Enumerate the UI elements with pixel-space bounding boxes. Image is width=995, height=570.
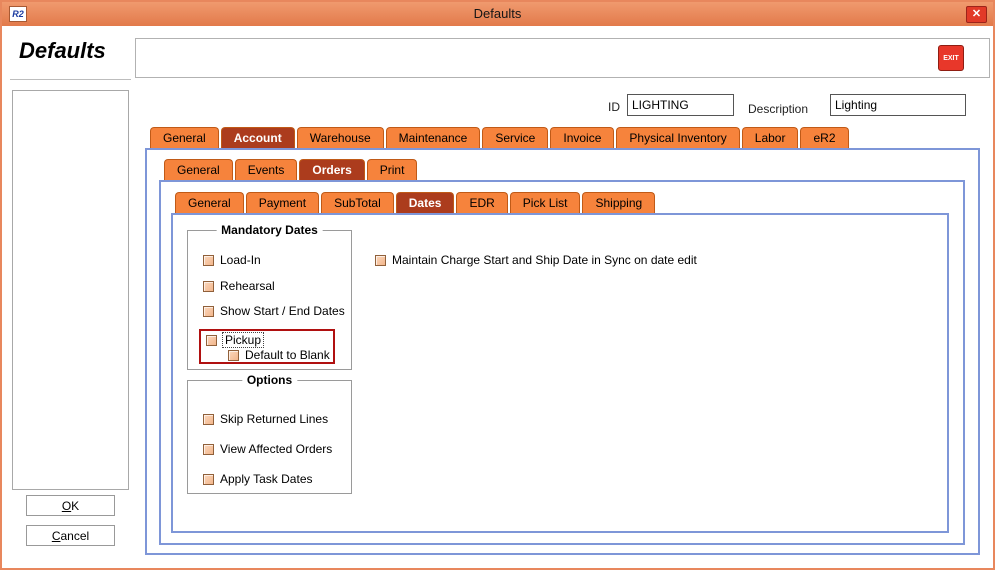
left-list-box[interactable] [12, 90, 129, 490]
view-affected-orders-label: View Affected Orders [220, 442, 332, 456]
left-panel-divider [10, 79, 131, 80]
tab-l1-er2[interactable]: eR2 [800, 127, 848, 148]
tab-l3-payment[interactable]: Payment [246, 192, 319, 213]
tab-l1-maintenance[interactable]: Maintenance [386, 127, 481, 148]
rehearsal-label: Rehearsal [220, 279, 275, 293]
id-label: ID [608, 100, 620, 114]
checkbox-row-rehearsal[interactable]: Rehearsal [203, 279, 275, 293]
tab-l1-labor[interactable]: Labor [742, 127, 799, 148]
checkbox-row-default-to-blank[interactable]: Default to Blank [228, 348, 330, 362]
tab-bar-level2: General Events Orders Print [164, 159, 417, 180]
toolbar-strip: EXIT [135, 38, 990, 78]
tab-l3-dates[interactable]: Dates [396, 192, 455, 213]
checkbox-row-pickup[interactable]: Pickup [206, 333, 263, 347]
tab-l3-edr[interactable]: EDR [456, 192, 507, 213]
description-input[interactable] [830, 94, 966, 116]
tab-l1-physical-inventory[interactable]: Physical Inventory [616, 127, 739, 148]
default-to-blank-label: Default to Blank [245, 348, 330, 362]
skip-returned-lines-checkbox[interactable] [203, 414, 214, 425]
defaults-window: R2 Defaults ✕ Defaults OK Cancel EXIT ID… [0, 0, 995, 570]
tab-l3-general[interactable]: General [175, 192, 244, 213]
load-in-label: Load-In [220, 253, 261, 267]
options-group: Options Skip Returned Lines View Affecte… [187, 380, 352, 494]
description-label: Description [748, 102, 808, 116]
rehearsal-checkbox[interactable] [203, 281, 214, 292]
titlebar: R2 Defaults ✕ [2, 2, 993, 26]
checkbox-row-load-in[interactable]: Load-In [203, 253, 261, 267]
tab-l1-account[interactable]: Account [221, 127, 295, 148]
skip-returned-lines-label: Skip Returned Lines [220, 412, 328, 426]
checkbox-row-maintain-sync[interactable]: Maintain Charge Start and Ship Date in S… [375, 253, 697, 267]
checkbox-row-view-affected-orders[interactable]: View Affected Orders [203, 442, 332, 456]
load-in-checkbox[interactable] [203, 255, 214, 266]
window-title: Defaults [2, 6, 993, 21]
page-title: Defaults [19, 38, 106, 64]
tab-l3-pick-list[interactable]: Pick List [510, 192, 581, 213]
mandatory-dates-group: Mandatory Dates Load-In Rehearsal Show S… [187, 230, 352, 370]
tab-l1-service[interactable]: Service [482, 127, 548, 148]
cancel-button[interactable]: Cancel [26, 525, 115, 546]
tab-bar-level3: General Payment SubTotal Dates EDR Pick … [175, 192, 655, 213]
tab-l2-events[interactable]: Events [235, 159, 298, 180]
options-title: Options [242, 373, 297, 387]
exit-button[interactable]: EXIT [938, 45, 964, 71]
tab-l2-print[interactable]: Print [367, 159, 418, 180]
id-input[interactable] [627, 94, 734, 116]
checkbox-row-skip-returned-lines[interactable]: Skip Returned Lines [203, 412, 328, 426]
tab-l1-warehouse[interactable]: Warehouse [297, 127, 384, 148]
pickup-checkbox[interactable] [206, 335, 217, 346]
maintain-sync-label: Maintain Charge Start and Ship Date in S… [392, 253, 697, 267]
show-start-end-dates-checkbox[interactable] [203, 306, 214, 317]
tab-l1-invoice[interactable]: Invoice [550, 127, 614, 148]
checkbox-row-apply-task-dates[interactable]: Apply Task Dates [203, 472, 313, 486]
close-icon[interactable]: ✕ [966, 6, 987, 23]
tab-bar-level1: General Account Warehouse Maintenance Se… [150, 127, 849, 148]
pickup-label: Pickup [223, 333, 263, 347]
view-affected-orders-checkbox[interactable] [203, 444, 214, 455]
tab-l2-orders[interactable]: Orders [299, 159, 364, 180]
apply-task-dates-label: Apply Task Dates [220, 472, 313, 486]
tab-l2-general[interactable]: General [164, 159, 233, 180]
pickup-highlight-box: Pickup Default to Blank [199, 329, 335, 364]
ok-button[interactable]: OK [26, 495, 115, 516]
apply-task-dates-checkbox[interactable] [203, 474, 214, 485]
tab-l3-subtotal[interactable]: SubTotal [321, 192, 394, 213]
tab-l3-shipping[interactable]: Shipping [582, 192, 655, 213]
mandatory-dates-title: Mandatory Dates [216, 223, 323, 237]
maintain-sync-checkbox[interactable] [375, 255, 386, 266]
tab-l1-general[interactable]: General [150, 127, 219, 148]
show-start-end-dates-label: Show Start / End Dates [220, 304, 345, 318]
checkbox-row-show-start-end-dates[interactable]: Show Start / End Dates [203, 304, 345, 318]
default-to-blank-checkbox[interactable] [228, 350, 239, 361]
